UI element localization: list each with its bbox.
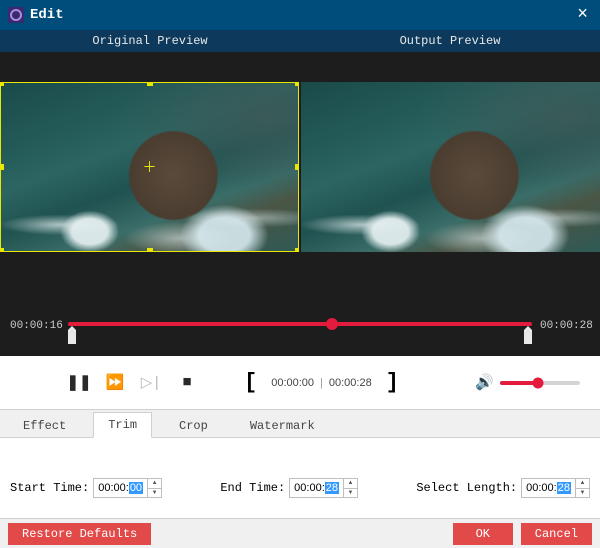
length-down[interactable]: ▼ <box>576 489 589 498</box>
select-length-field: Select Length: 00:00:28 ▲▼ <box>416 468 590 508</box>
app-icon <box>8 7 24 23</box>
tab-effect[interactable]: Effect <box>8 413 81 438</box>
timeline-total-time: 00:00:28 <box>540 318 590 332</box>
window-title: Edit <box>30 7 573 23</box>
output-preview-label: Output Preview <box>300 30 600 52</box>
end-time-up[interactable]: ▲ <box>344 479 357 489</box>
timeline-start-flag[interactable] <box>68 330 76 344</box>
select-length-label: Select Length: <box>416 481 517 495</box>
tab-trim[interactable]: Trim <box>93 412 152 438</box>
preview-area: ＋ <box>0 52 600 308</box>
cancel-button[interactable]: Cancel <box>521 523 592 545</box>
start-time-input[interactable]: 00:00:00 ▲▼ <box>93 478 162 498</box>
preview-labels: Original Preview Output Preview <box>0 30 600 52</box>
timeline-current-time: 00:00:16 <box>10 318 60 332</box>
timeline-playhead[interactable] <box>326 318 338 330</box>
tab-crop[interactable]: Crop <box>164 413 223 438</box>
titlebar: Edit × <box>0 0 600 30</box>
end-time-down[interactable]: ▼ <box>344 489 357 498</box>
fast-forward-button[interactable]: ⏩ <box>104 372 126 394</box>
next-frame-button[interactable]: ▷| <box>140 372 162 394</box>
set-end-bracket-button[interactable]: ] <box>386 370 399 395</box>
volume-control: 🔊 <box>475 373 580 392</box>
end-time-label: End Time: <box>220 481 285 495</box>
length-up[interactable]: ▲ <box>576 479 589 489</box>
timeline: 00:00:16 00:00:28 <box>0 308 600 356</box>
tab-watermark[interactable]: Watermark <box>235 413 330 438</box>
footer: Restore Defaults OK Cancel <box>0 518 600 548</box>
original-preview[interactable]: ＋ <box>0 82 299 252</box>
range-start: 00:00:00 <box>271 377 314 389</box>
range-end: 00:00:28 <box>329 377 372 389</box>
trim-panel: Start Time: 00:00:00 ▲▼ End Time: 00:00:… <box>0 438 600 518</box>
volume-icon[interactable]: 🔊 <box>475 373 494 392</box>
output-preview <box>301 82 600 252</box>
start-time-field: Start Time: 00:00:00 ▲▼ <box>10 468 162 508</box>
volume-slider[interactable] <box>500 381 580 385</box>
start-time-up[interactable]: ▲ <box>148 479 161 489</box>
close-icon[interactable]: × <box>573 5 592 25</box>
select-length-input[interactable]: 00:00:28 ▲▼ <box>521 478 590 498</box>
original-preview-label: Original Preview <box>0 30 300 52</box>
playback-controls: ❚❚ ⏩ ▷| ■ [ 00:00:00 | 00:00:28 ] 🔊 <box>0 356 600 410</box>
stop-button[interactable]: ■ <box>176 372 198 394</box>
timeline-bar <box>68 322 532 326</box>
end-time-field: End Time: 00:00:28 ▲▼ <box>220 468 358 508</box>
crop-center-crosshair[interactable]: ＋ <box>143 157 157 177</box>
timeline-track[interactable] <box>68 318 532 348</box>
restore-defaults-button[interactable]: Restore Defaults <box>8 523 151 545</box>
end-time-input[interactable]: 00:00:28 ▲▼ <box>289 478 358 498</box>
ok-button[interactable]: OK <box>453 523 513 545</box>
start-time-down[interactable]: ▼ <box>148 489 161 498</box>
range-display: 00:00:00 | 00:00:28 <box>271 377 372 389</box>
volume-knob[interactable] <box>533 377 544 388</box>
pause-button[interactable]: ❚❚ <box>68 372 90 394</box>
start-time-label: Start Time: <box>10 481 89 495</box>
timeline-end-flag[interactable] <box>524 330 532 344</box>
set-start-bracket-button[interactable]: [ <box>244 370 257 395</box>
output-frame <box>301 82 600 252</box>
tab-bar: Effect Trim Crop Watermark <box>0 410 600 438</box>
